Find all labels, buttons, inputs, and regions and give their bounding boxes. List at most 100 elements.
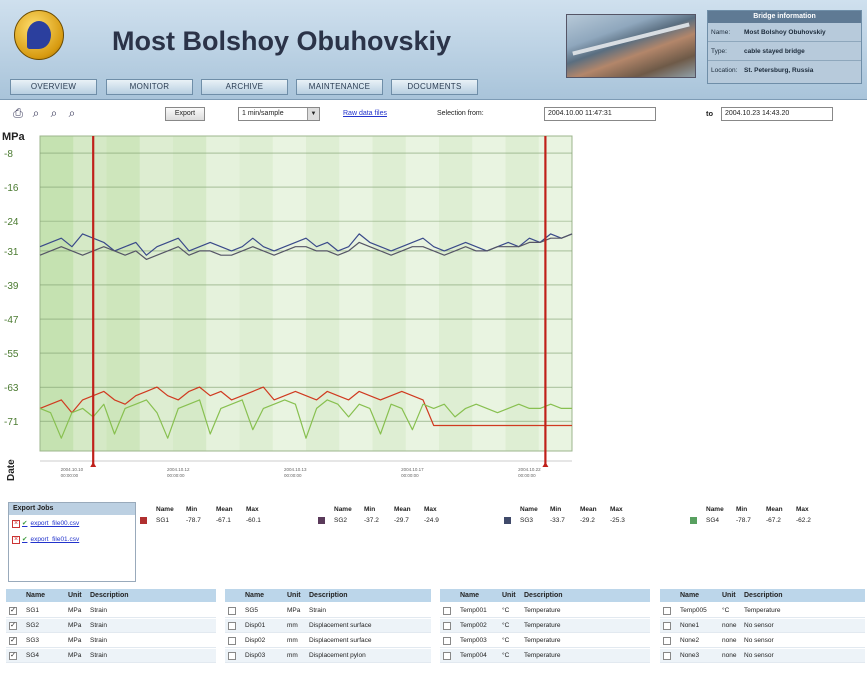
strain-chart[interactable]: -8 -16 -24 -31 -39 -47 -55 -63 -71 MPa Date 2004.10… xyxy=(0,126,867,488)
table-row[interactable]: ✓ SG4 MPa Strain xyxy=(6,649,216,663)
column-header[interactable]: Unit xyxy=(68,589,82,602)
table-row[interactable]: ✓ SG3 MPa Strain xyxy=(6,634,216,648)
toolbar: ⎙ ⌕ ⌕ ⌕ Export 1 min/sample ▼ Raw data f… xyxy=(0,103,867,125)
column-header[interactable]: Unit xyxy=(722,589,736,602)
y-tick-label: -31 xyxy=(4,247,19,258)
cell-desc: Temperature xyxy=(524,637,561,644)
cell-unit: mm xyxy=(287,652,298,659)
table-row[interactable]: ✓ SG2 MPa Strain xyxy=(6,619,216,633)
table-row[interactable]: SG5 MPa Strain xyxy=(225,604,431,618)
selection-to-input[interactable]: 2004.10.23 14:43.20 xyxy=(721,107,833,121)
table-row[interactable]: Disp02 mm Displacement surface xyxy=(225,634,431,648)
table-header: Name Unit Description xyxy=(660,589,865,602)
tab-monitor[interactable]: MONITOR xyxy=(106,79,193,95)
sensor-checkbox[interactable] xyxy=(443,607,451,615)
stat-header: Min xyxy=(550,506,562,513)
info-value: Most Bolshoy Obuhovskiy xyxy=(744,29,826,36)
chart-band xyxy=(538,136,573,451)
zoom-reset-icon[interactable]: ⌕ xyxy=(64,106,80,121)
cell-name: Temp005 xyxy=(680,607,707,614)
export-job-item[interactable]: × ✔ export_file00.csv xyxy=(12,519,79,528)
table-row[interactable]: None3 none No sensor xyxy=(660,649,865,663)
cell-desc: No sensor xyxy=(744,652,774,659)
column-header[interactable]: Unit xyxy=(502,589,516,602)
selection-handle-1[interactable] xyxy=(90,462,97,467)
tab-maintenance[interactable]: MAINTENANCE xyxy=(296,79,383,95)
export-job-item[interactable]: × ✔ export_file01.csv xyxy=(12,535,79,544)
chart-band xyxy=(372,136,407,451)
zoom-in-icon[interactable]: ⌕ xyxy=(28,106,44,121)
tab-overview[interactable]: OVERVIEW xyxy=(10,79,97,95)
sensor-checkbox[interactable] xyxy=(228,637,236,645)
delete-icon[interactable]: × xyxy=(12,536,20,544)
sensor-checkbox[interactable]: ✓ xyxy=(9,607,17,615)
table-row[interactable]: Temp004 °C Temperature xyxy=(440,649,650,663)
sensor-checkbox[interactable] xyxy=(663,622,671,630)
column-header[interactable]: Description xyxy=(309,589,348,602)
column-header[interactable]: Name xyxy=(680,589,699,602)
y-axis-label: MPa xyxy=(2,131,26,143)
cell-desc: Strain xyxy=(90,607,107,614)
table-row[interactable]: Temp005 °C Temperature xyxy=(660,604,865,618)
tab-documents[interactable]: DOCUMENTS xyxy=(391,79,478,95)
info-key: Location: xyxy=(711,67,738,74)
print-icon[interactable]: ⎙ xyxy=(10,106,26,121)
column-header[interactable]: Description xyxy=(524,589,563,602)
y-tick-label: -39 xyxy=(4,281,19,292)
export-job-link[interactable]: export_file01.csv xyxy=(30,536,79,543)
table-row[interactable]: Disp03 mm Displacement pylon xyxy=(225,649,431,663)
chevron-down-icon[interactable]: ▼ xyxy=(307,108,319,120)
sensor-checkbox[interactable]: ✓ xyxy=(9,622,17,630)
sensor-checkbox[interactable] xyxy=(443,652,451,660)
export-job-link[interactable]: export_file00.csv xyxy=(30,520,79,527)
stat-value: -25.3 xyxy=(610,517,625,524)
sensor-checkbox[interactable] xyxy=(443,622,451,630)
sensor-checkbox[interactable] xyxy=(663,652,671,660)
sensor-checkbox[interactable] xyxy=(663,637,671,645)
info-value: St. Petersburg, Russia xyxy=(744,67,814,74)
export-button[interactable]: Export xyxy=(165,107,205,121)
raw-data-files-link[interactable]: Raw data files xyxy=(343,110,387,117)
sensor-checkbox[interactable] xyxy=(443,637,451,645)
cell-desc: Strain xyxy=(90,652,107,659)
tab-archive[interactable]: ARCHIVE xyxy=(201,79,288,95)
zoom-out-icon[interactable]: ⌕ xyxy=(46,106,62,121)
sensor-checkbox[interactable]: ✓ xyxy=(9,652,17,660)
x-tick-label: 2004.10.22 xyxy=(518,467,541,472)
table-row[interactable]: ✓ SG1 MPa Strain xyxy=(6,604,216,618)
table-row[interactable]: Temp002 °C Temperature xyxy=(440,619,650,633)
sensor-checkbox[interactable] xyxy=(228,652,236,660)
sensor-table-1: Name Unit Description ✓ SG1 MPa Strain ✓ SG2 MPa S… xyxy=(6,589,216,676)
cell-name: None1 xyxy=(680,622,700,629)
sensor-checkbox[interactable] xyxy=(228,607,236,615)
sensor-checkbox[interactable]: ✓ xyxy=(9,637,17,645)
stat-value: -62.2 xyxy=(796,517,811,524)
column-header[interactable]: Name xyxy=(245,589,264,602)
table-row[interactable]: Temp003 °C Temperature xyxy=(440,634,650,648)
cell-unit: °C xyxy=(722,607,730,614)
cell-desc: Temperature xyxy=(524,652,561,659)
sample-rate-select[interactable]: 1 min/sample ▼ xyxy=(238,107,320,121)
stat-header: Mean xyxy=(580,506,597,513)
table-row[interactable]: Disp01 mm Displacement surface xyxy=(225,619,431,633)
sensor-checkbox[interactable] xyxy=(228,622,236,630)
table-row[interactable]: None1 none No sensor xyxy=(660,619,865,633)
chart-background xyxy=(39,135,573,452)
table-row[interactable]: Temp001 °C Temperature xyxy=(440,604,650,618)
delete-icon[interactable]: × xyxy=(12,520,20,528)
table-row[interactable]: None2 none No sensor xyxy=(660,634,865,648)
column-header[interactable]: Unit xyxy=(287,589,301,602)
column-header[interactable]: Name xyxy=(460,589,479,602)
stat-value: SG3 xyxy=(520,517,534,524)
selection-handle-2[interactable] xyxy=(542,462,549,467)
sensor-table-4: Name Unit Description Temp005 °C Temperature N… xyxy=(660,589,865,676)
stat-value: SG2 xyxy=(334,517,348,524)
sensor-checkbox[interactable] xyxy=(663,607,671,615)
column-header[interactable]: Name xyxy=(26,589,45,602)
column-header[interactable]: Description xyxy=(744,589,783,602)
column-header[interactable]: Description xyxy=(90,589,129,602)
stat-group-4: Name SG4 Min -78.7 Mean -67.2 Max -62.2 xyxy=(690,504,860,528)
stat-group-1: Name SG1 Min -78.7 Mean -67.1 Max -60.1 xyxy=(140,504,310,528)
selection-from-input[interactable]: 2004.10.00 11:47:31 xyxy=(544,107,656,121)
sensor-table-3: Name Unit Description Temp001 °C Temperature T… xyxy=(440,589,650,676)
